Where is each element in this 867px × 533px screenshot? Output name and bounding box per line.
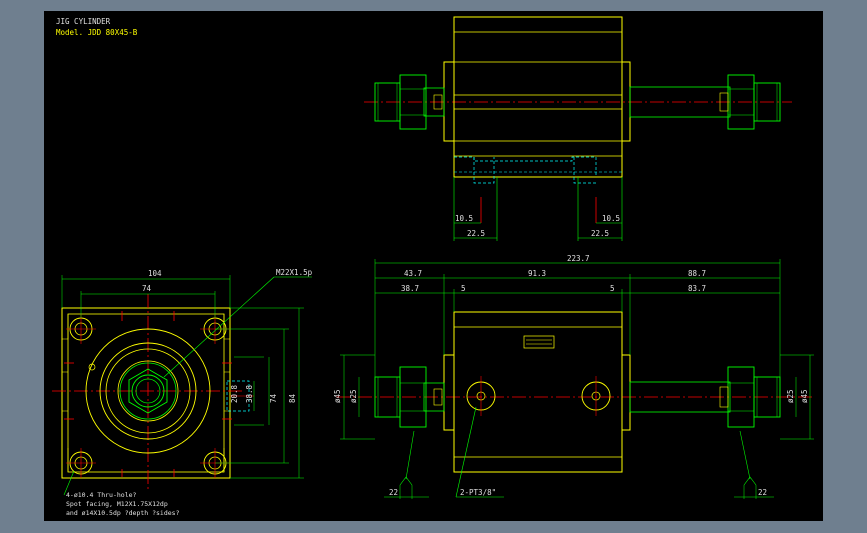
dim-left-gap: 5 (461, 284, 466, 293)
dim-middle-section: 91.3 (528, 269, 546, 278)
front-view: 223.7 43.7 91.3 88.7 38.7 5 5 83.7 ø45 ø… (333, 254, 814, 499)
dim-right-body-dia: ø45 (800, 389, 809, 403)
drawing-title: JIG CYLINDER (56, 17, 111, 26)
dim-end-overall-width: 104 (148, 269, 162, 278)
cad-drawing: JIG CYLINDER Model. JDD 80X45-B 10.5 10.… (52, 16, 814, 517)
dim-right-wrench: 22 (758, 488, 767, 497)
dim-end-vertical-pitch: 74 (269, 393, 278, 403)
dim-top-right-width: 22.5 (591, 229, 609, 238)
dim-total-length: 223.7 (567, 254, 590, 263)
note-port: 2-PT3/8" (460, 488, 496, 497)
dim-end-port-depth: 20.8 (230, 384, 239, 403)
top-view: 10.5 10.5 22.5 22.5 (364, 16, 792, 241)
corner-hole-bl (66, 448, 96, 478)
dim-top-left-offset: 10.5 (455, 214, 473, 223)
dim-end-thread: M22X1.5p (276, 268, 313, 277)
end-view: 104 74 M22X1.5p 20.8 38.8 74 84 4-ø10.4 … (52, 268, 313, 517)
drawing-model: Model. JDD 80X45-B (56, 28, 138, 37)
dim-top-left-width: 22.5 (467, 229, 485, 238)
dim-left-wrench: 22 (389, 488, 398, 497)
note-hole-3: and ø14X10.5dp ?depth ?sides? (66, 509, 180, 517)
drawing-canvas: JIG CYLINDER Model. JDD 80X45-B 10.5 10.… (44, 11, 823, 521)
dim-end-port-height: 38.8 (245, 384, 254, 403)
note-hole-1: 4-ø10.4 Thru-hole? (66, 491, 137, 499)
dim-right-section: 88.7 (688, 269, 706, 278)
corner-hole-tl (66, 314, 96, 344)
dim-right-rod-dia: ø25 (786, 389, 795, 403)
dim-left-body-dia: ø45 (333, 389, 342, 403)
dim-right-rod: 83.7 (688, 284, 706, 293)
dim-right-gap: 5 (610, 284, 615, 293)
dim-end-overall-height: 84 (288, 393, 297, 403)
dim-left-rod-dia: ø25 (349, 389, 358, 403)
dim-left-section: 43.7 (404, 269, 422, 278)
note-hole-2: Spot facing, M12X1.75X12dp (66, 500, 168, 508)
dim-left-rod: 38.7 (401, 284, 419, 293)
dim-top-right-offset: 10.5 (602, 214, 620, 223)
dim-end-hole-pitch: 74 (142, 284, 152, 293)
